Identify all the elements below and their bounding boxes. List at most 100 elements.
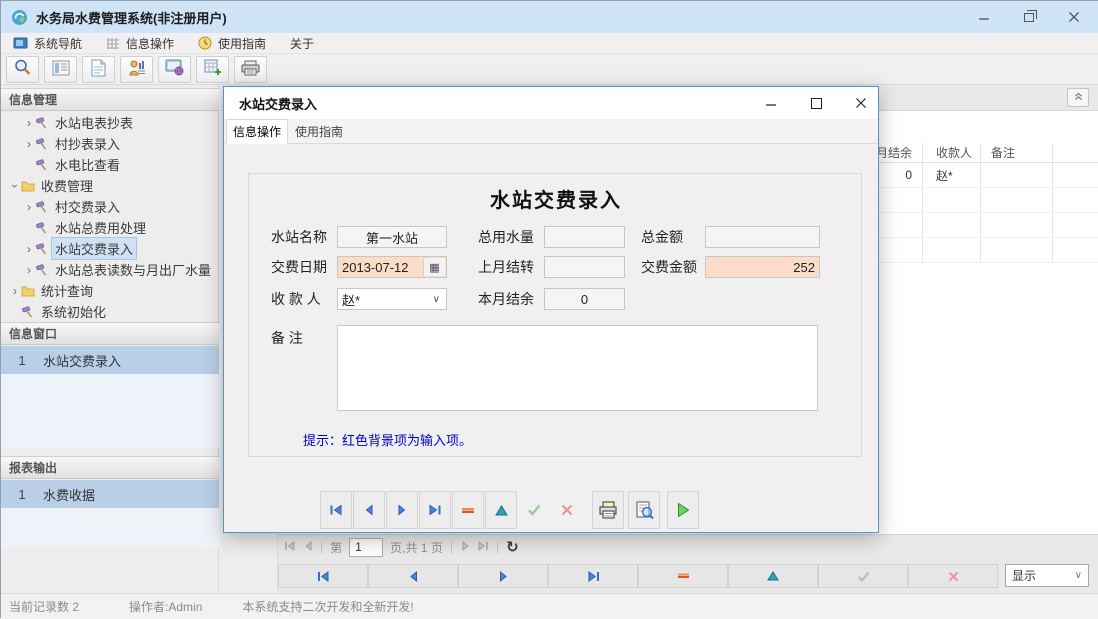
- page-first-button[interactable]: [284, 540, 296, 554]
- column-header-payee[interactable]: 收款人: [923, 143, 981, 163]
- tree-item-station-payment[interactable]: ›水站交费录入: [1, 238, 219, 259]
- close-button[interactable]: [1054, 1, 1094, 33]
- search-button[interactable]: [6, 56, 39, 83]
- form-view-button[interactable]: [44, 56, 77, 83]
- display-select[interactable]: 显示 ∨: [1005, 564, 1089, 587]
- refresh-icon[interactable]: ↻: [506, 538, 519, 556]
- tree-item-station-meter-output[interactable]: ›水站总表读数与月出厂水量: [1, 259, 219, 280]
- pager-bar: | 第 页,共 1 页 | | ↻: [278, 534, 1098, 559]
- record-edit-button[interactable]: [485, 491, 517, 529]
- print-button[interactable]: [592, 491, 624, 529]
- dialog-minimize-button[interactable]: [754, 87, 788, 119]
- dialog-maximize-button[interactable]: [799, 87, 833, 119]
- total-water-field: [544, 226, 625, 248]
- minimize-button[interactable]: [964, 1, 1004, 33]
- sidebar: 信息管理 ›水站电表抄表 ›村抄表录入 水电比查看 ›收费管理 ›村交费录入 水…: [1, 85, 219, 593]
- remark-textarea[interactable]: [337, 325, 818, 411]
- tree-item-village-payment[interactable]: ›村交费录入: [1, 196, 219, 217]
- tree-item-stats-query[interactable]: ›统计查询: [1, 280, 219, 301]
- pay-date-label: 交费日期: [271, 256, 327, 278]
- info-window-item[interactable]: 1 水站交费录入: [1, 346, 219, 374]
- menu-item-guide[interactable]: 使用指南: [186, 33, 278, 54]
- chevron-right-icon[interactable]: ›: [23, 200, 35, 214]
- chevron-right-icon[interactable]: ›: [9, 284, 21, 298]
- table-add-button[interactable]: [196, 56, 229, 83]
- report-output-item[interactable]: 1 水费收据: [1, 480, 219, 508]
- record-first-button[interactable]: [320, 491, 352, 529]
- tree-item-fee-mgmt[interactable]: ›收费管理: [1, 175, 219, 196]
- nav-last-button[interactable]: [548, 564, 638, 588]
- record-prior-button[interactable]: [353, 491, 385, 529]
- sidebar-header-info[interactable]: 信息管理: [1, 88, 219, 111]
- nav-edit-button[interactable]: [728, 564, 818, 588]
- station-field: 第一水站: [337, 226, 447, 248]
- document-button[interactable]: [82, 56, 115, 83]
- tree-item-station-total-fee[interactable]: 水站总费用处理: [1, 217, 219, 238]
- user-report-icon: [128, 59, 146, 80]
- record-delete-button[interactable]: [452, 491, 484, 529]
- user-report-button[interactable]: [120, 56, 153, 83]
- page-prior-button[interactable]: [303, 540, 313, 554]
- nav-delete-button[interactable]: [638, 564, 728, 588]
- restore-button[interactable]: [1009, 1, 1049, 33]
- nav-prior-button[interactable]: [368, 564, 458, 588]
- status-bar: 当前记录数 2 操作者:Admin 本系统支持二次开发和全新开发!: [1, 593, 1098, 619]
- tool-icon: [21, 305, 38, 318]
- record-last-button[interactable]: [419, 491, 451, 529]
- table-row-empty: [861, 238, 1098, 263]
- page-next-button[interactable]: [460, 540, 470, 554]
- chevron-right-icon[interactable]: ›: [23, 242, 35, 256]
- remark-label: 备 注: [271, 327, 303, 349]
- status-message: 本系统支持二次开发和全新开发!: [242, 598, 413, 615]
- tab-info-ops[interactable]: 信息操作: [226, 119, 288, 144]
- monitor-globe-button[interactable]: [158, 56, 191, 83]
- chevron-down-icon[interactable]: ∨: [433, 294, 440, 305]
- column-header-remark[interactable]: 备注: [981, 143, 1053, 163]
- collapse-panel-button[interactable]: [1067, 88, 1089, 107]
- chevron-right-icon[interactable]: ›: [23, 263, 35, 277]
- pay-date-field[interactable]: ▦: [337, 256, 447, 278]
- tree-item-meter-reading[interactable]: ›水站电表抄表: [1, 112, 219, 133]
- menu-item-info-ops[interactable]: 信息操作: [94, 33, 186, 54]
- sidebar-header-reports[interactable]: 报表输出: [1, 456, 219, 479]
- tool-icon: [35, 221, 52, 234]
- page-label-suffix: 页,共 1 页: [390, 539, 443, 556]
- page-number-input[interactable]: [349, 538, 383, 557]
- nav-cancel-button[interactable]: [908, 564, 998, 588]
- grid-icon: [106, 37, 120, 50]
- monitor-icon: [13, 37, 28, 50]
- form-view-icon: [52, 60, 70, 79]
- chevron-right-icon[interactable]: ›: [23, 116, 35, 130]
- dialog-nav-toolbar: [224, 490, 878, 530]
- record-post-button[interactable]: [518, 491, 550, 529]
- printer-button[interactable]: [234, 56, 267, 83]
- table-row-empty: [861, 213, 1098, 238]
- dialog-title: 水站交费录入: [239, 94, 317, 113]
- chevron-right-icon[interactable]: ›: [23, 137, 35, 151]
- document-icon: [91, 59, 106, 80]
- nav-first-button[interactable]: [278, 564, 368, 588]
- tab-guide[interactable]: 使用指南: [288, 119, 350, 144]
- chevron-double-up-icon: [1073, 91, 1084, 105]
- execute-button[interactable]: [667, 491, 699, 529]
- sidebar-header-windows[interactable]: 信息窗口: [1, 322, 219, 345]
- menu-item-about[interactable]: 关于: [278, 33, 326, 54]
- chevron-down-icon[interactable]: ›: [8, 180, 22, 192]
- pay-amount-field[interactable]: [705, 256, 820, 278]
- record-cancel-button[interactable]: [551, 491, 583, 529]
- page-last-button[interactable]: [477, 540, 489, 554]
- record-next-button[interactable]: [386, 491, 418, 529]
- pay-amount-input[interactable]: [706, 257, 819, 277]
- tree-item-water-elec-ratio[interactable]: 水电比查看: [1, 154, 219, 175]
- info-window-label: 水站交费录入: [43, 351, 121, 370]
- nav-post-button[interactable]: [818, 564, 908, 588]
- calendar-icon[interactable]: ▦: [423, 258, 445, 276]
- menu-item-system-nav[interactable]: 系统导航: [1, 33, 94, 54]
- table-row[interactable]: 0 赵*: [861, 163, 1098, 188]
- print-preview-button[interactable]: [628, 491, 660, 529]
- nav-next-button[interactable]: [458, 564, 548, 588]
- dialog-close-button[interactable]: [844, 87, 878, 119]
- tree-item-system-init[interactable]: 系统初始化: [1, 301, 219, 322]
- payee-combo[interactable]: 赵* ∨: [337, 288, 447, 310]
- tree-item-village-reading[interactable]: ›村抄表录入: [1, 133, 219, 154]
